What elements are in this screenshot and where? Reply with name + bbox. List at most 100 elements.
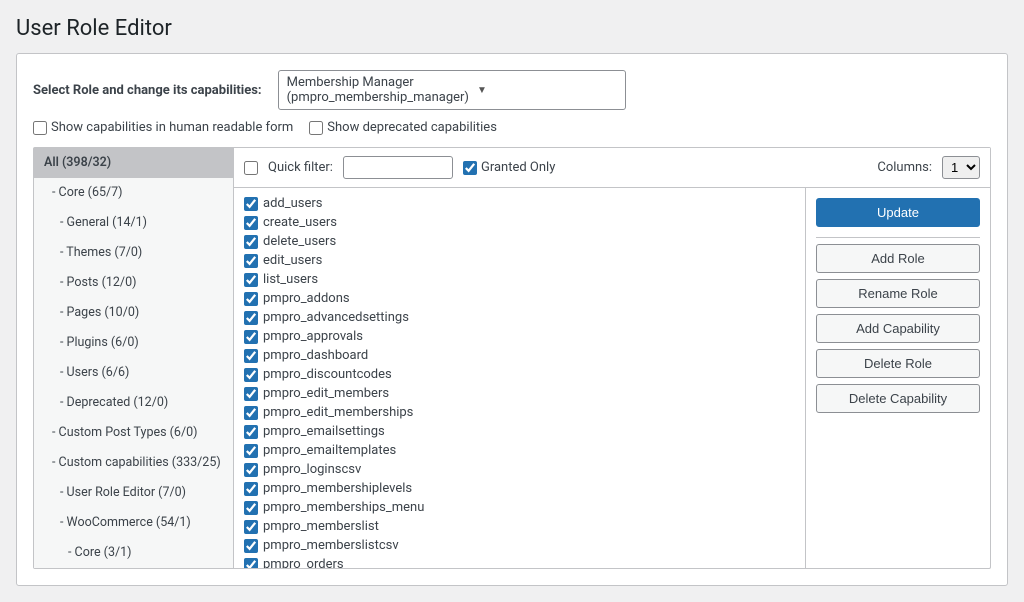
capability-checkbox[interactable] [244,463,258,477]
capability-checkbox[interactable] [244,254,258,268]
selected-role-text: Membership Manager (pmpro_membership_man… [287,75,469,105]
capability-name: pmpro_membershiplevels [263,481,412,496]
quick-filter-input[interactable] [343,156,453,179]
capability-item: pmpro_orders [244,555,795,568]
capability-name: pmpro_discountcodes [263,367,392,382]
capability-checkbox[interactable] [244,425,258,439]
granted-only-checkbox[interactable] [463,161,477,175]
human-readable-label: Show capabilities in human readable form [51,120,293,135]
human-readable-option[interactable]: Show capabilities in human readable form [33,120,293,135]
capability-checkbox[interactable] [244,330,258,344]
capability-item: pmpro_loginscsv [244,460,795,479]
role-select-row: Select Role and change its capabilities:… [33,70,991,110]
page-title: User Role Editor [16,16,1008,41]
capability-item: pmpro_dashboard [244,346,795,365]
capability-checkbox[interactable] [244,387,258,401]
sidebar-item[interactable]: - Deprecated (12/0) [34,388,233,418]
capability-item: pmpro_memberslistcsv [244,536,795,555]
capability-checkbox[interactable] [244,444,258,458]
show-deprecated-option[interactable]: Show deprecated capabilities [309,120,497,135]
sidebar-item[interactable]: - Plugins (6/0) [34,328,233,358]
capability-item: delete_users [244,232,795,251]
capability-name: pmpro_emailsettings [263,424,385,439]
sidebar-item[interactable]: - Posts (12/0) [34,268,233,298]
capability-name: pmpro_memberships_menu [263,500,424,515]
capability-checkbox[interactable] [244,216,258,230]
add-role-button[interactable]: Add Role [816,244,980,273]
capability-item: pmpro_memberslist [244,517,795,536]
dropdown-arrow-icon: ▼ [477,85,617,96]
capability-checkbox[interactable] [244,292,258,306]
show-deprecated-checkbox[interactable] [309,121,323,135]
capability-item: pmpro_edit_members [244,384,795,403]
sidebar-item[interactable]: - Pages (10/0) [34,298,233,328]
capability-item: pmpro_addons [244,289,795,308]
capability-name: add_users [263,196,322,211]
sidebar: All (398/32)- Core (65/7)- General (14/1… [34,148,234,568]
capability-checkbox[interactable] [244,349,258,363]
capability-name: pmpro_orders [263,557,344,568]
human-readable-checkbox[interactable] [33,121,47,135]
capability-checkbox[interactable] [244,273,258,287]
capability-name: pmpro_edit_members [263,386,389,401]
capability-checkbox[interactable] [244,539,258,553]
capability-name: delete_users [263,234,336,249]
capability-item: pmpro_emailtemplates [244,441,795,460]
options-row: Show capabilities in human readable form… [33,120,991,135]
capability-name: pmpro_approvals [263,329,363,344]
filter-bar: Quick filter: Granted Only Columns: 1 2 … [234,148,990,188]
capability-name: pmpro_loginscsv [263,462,361,477]
capability-item: pmpro_membershiplevels [244,479,795,498]
add-capability-button[interactable]: Add Capability [816,314,980,343]
capability-checkbox[interactable] [244,311,258,325]
capability-checkbox[interactable] [244,520,258,534]
sidebar-item[interactable]: - Custom capabilities (333/25) [34,448,233,478]
role-dropdown[interactable]: Membership Manager (pmpro_membership_man… [278,70,627,110]
main-card: Select Role and change its capabilities:… [16,53,1008,586]
update-button[interactable]: Update [816,198,980,227]
sidebar-item[interactable]: - WooCommerce (54/1) [34,508,233,538]
main-layout: All (398/32)- Core (65/7)- General (14/1… [33,147,991,569]
capability-item: pmpro_approvals [244,327,795,346]
granted-only-label: Granted Only [481,160,555,175]
sidebar-item[interactable]: - Core (3/1) [34,538,233,568]
content-area: Quick filter: Granted Only Columns: 1 2 … [234,148,990,568]
actions-divider [816,237,980,238]
role-select-label: Select Role and change its capabilities: [33,83,262,98]
columns-label: Columns: [877,160,932,175]
sidebar-item[interactable]: All (398/32) [34,148,233,178]
capability-checkbox[interactable] [244,482,258,496]
capability-name: pmpro_advancedsettings [263,310,409,325]
capability-item: pmpro_memberships_menu [244,498,795,517]
sidebar-item[interactable]: - Themes (7/0) [34,238,233,268]
quick-filter-label: Quick filter: [268,160,333,175]
capability-checkbox[interactable] [244,501,258,515]
sidebar-item[interactable]: - Custom Post Types (6/0) [34,418,233,448]
capability-checkbox[interactable] [244,558,258,569]
capability-name: pmpro_addons [263,291,350,306]
sidebar-item[interactable]: - General (14/1) [34,208,233,238]
capabilities-list: add_users create_users delete_users edit_us… [234,188,805,568]
capability-checkbox[interactable] [244,406,258,420]
granted-only-option[interactable]: Granted Only [463,160,555,175]
select-all-checkbox[interactable] [244,161,258,175]
capability-checkbox[interactable] [244,368,258,382]
delete-role-button[interactable]: Delete Role [816,349,980,378]
sidebar-item[interactable]: - Core (65/7) [34,178,233,208]
capability-name: pmpro_edit_memberships [263,405,413,420]
sidebar-item[interactable]: - Users (6/6) [34,358,233,388]
delete-capability-button[interactable]: Delete Capability [816,384,980,413]
capability-checkbox[interactable] [244,197,258,211]
sidebar-item[interactable]: - User Role Editor (7/0) [34,478,233,508]
capability-item: pmpro_edit_memberships [244,403,795,422]
rename-role-button[interactable]: Rename Role [816,279,980,308]
columns-select[interactable]: 1 2 3 [942,156,980,179]
capability-name: pmpro_memberslistcsv [263,538,399,553]
actions-panel: Update Add Role Rename Role Add Capabili… [805,188,990,568]
capability-name: create_users [263,215,337,230]
show-deprecated-label: Show deprecated capabilities [327,120,497,135]
capability-name: edit_users [263,253,322,268]
capability-name: pmpro_emailtemplates [263,443,396,458]
capability-checkbox[interactable] [244,235,258,249]
capability-item: pmpro_discountcodes [244,365,795,384]
